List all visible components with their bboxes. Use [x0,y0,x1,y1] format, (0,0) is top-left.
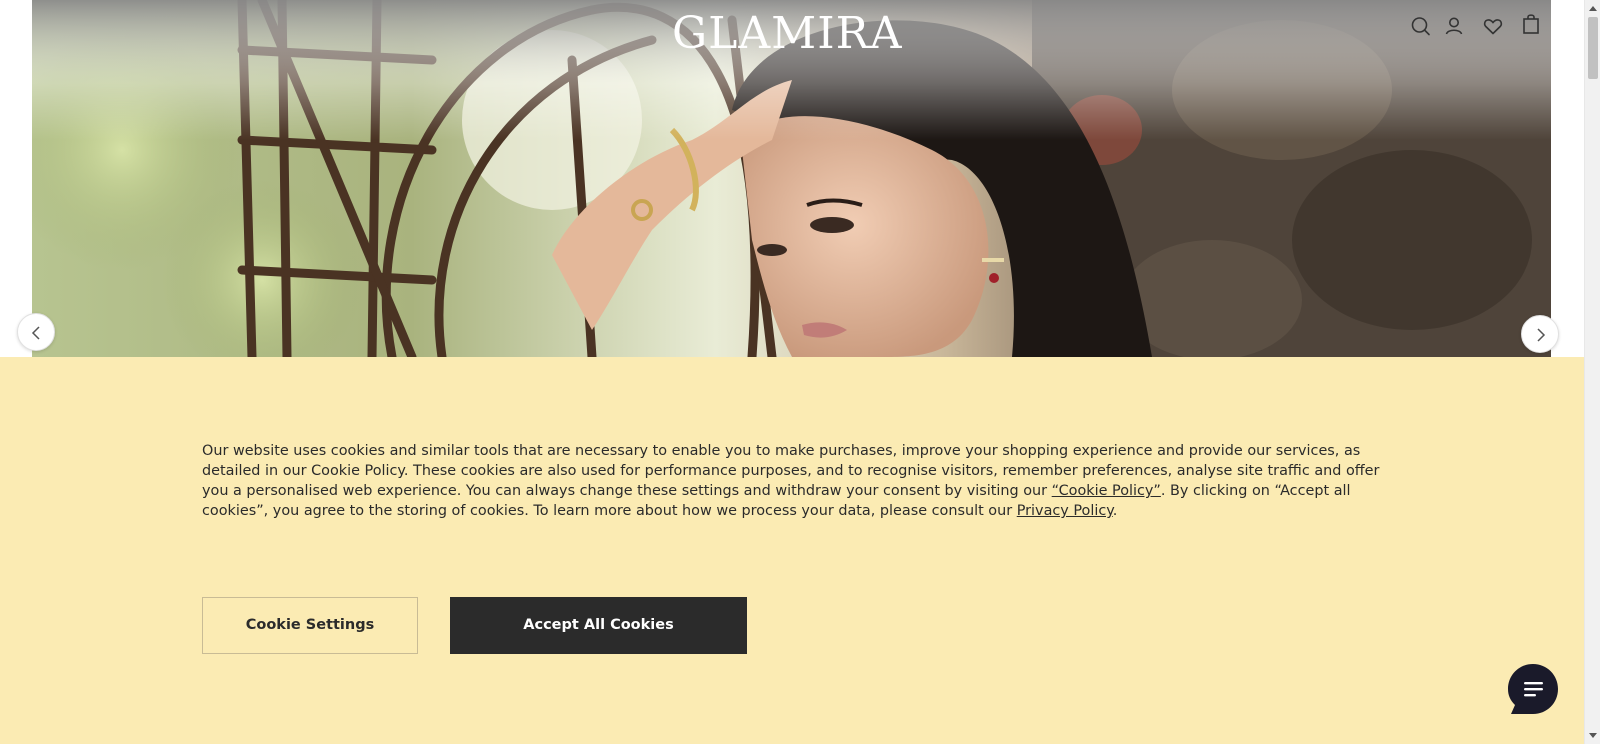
scroll-down-arrow[interactable] [1585,728,1600,744]
scroll-up-arrow[interactable] [1585,0,1600,16]
cookie-text-part3: . [1112,503,1118,519]
site-logo[interactable]: GLAMIRA [672,6,902,62]
page-scrollbar[interactable] [1584,0,1600,744]
shopping-bag-icon[interactable] [1519,12,1543,36]
chat-bubble-icon [1508,664,1558,714]
scroll-thumb[interactable] [1588,17,1598,79]
search-icon[interactable] [1409,14,1433,38]
chat-button[interactable] [1507,663,1559,715]
cookie-policy-link[interactable]: “Cookie Policy” [1052,483,1161,499]
site-header: GLAMIRA [0,0,1568,70]
slider-prev-button[interactable] [17,313,55,351]
cookie-settings-button[interactable]: Cookie Settings [202,597,418,654]
slider-next-button[interactable] [1521,315,1559,353]
accept-all-cookies-button[interactable]: Accept All Cookies [450,597,747,654]
cookie-consent-text: Our website uses cookies and similar too… [202,441,1392,521]
page: GLAMIRA Our website uses cookies and sim… [0,0,1600,744]
chevron-left-icon [31,326,40,340]
wishlist-heart-icon[interactable] [1481,14,1505,38]
cookie-consent-banner: Our website uses cookies and similar too… [0,357,1584,744]
chevron-right-icon [1537,328,1546,342]
privacy-policy-link[interactable]: Privacy Policy [1017,503,1113,519]
account-icon[interactable] [1442,14,1466,38]
